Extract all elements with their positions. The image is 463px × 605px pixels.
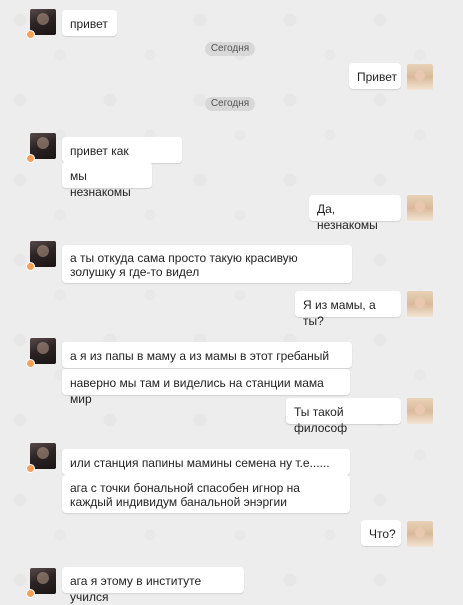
date-separator: Сегодня (205, 42, 255, 56)
outgoing-message[interactable]: Я из мамы, а ты? (295, 291, 401, 328)
incoming-message[interactable]: а ты откуда сама просто такую красивую з… (62, 245, 352, 283)
incoming-message[interactable]: мы незнакомы (62, 162, 152, 199)
incoming-message[interactable]: привет (62, 10, 117, 36)
recipient-avatar[interactable] (407, 291, 433, 317)
incoming-message[interactable]: ага я этому в институте учился (62, 567, 244, 604)
incoming-message[interactable]: привет как делишки (62, 137, 182, 174)
online-status-badge (26, 262, 35, 271)
recipient-avatar[interactable] (407, 64, 433, 90)
recipient-avatar[interactable] (407, 521, 433, 547)
incoming-message[interactable]: ага с точки бональной спасобен игнор на … (62, 475, 350, 513)
recipient-avatar[interactable] (407, 195, 433, 221)
recipient-avatar[interactable] (407, 398, 433, 424)
outgoing-message[interactable]: Что? (361, 520, 401, 546)
online-status-badge (26, 359, 35, 368)
incoming-message[interactable]: или станция папины мамины семена ну т.е.… (62, 449, 350, 475)
incoming-message[interactable]: а я из папы в маму а из мамы в этот греб… (62, 342, 352, 379)
incoming-message[interactable]: наверно мы там и виделись на станции мам… (62, 369, 350, 406)
online-status-badge (26, 589, 35, 598)
outgoing-message[interactable]: Привет (349, 63, 401, 89)
online-status-badge (26, 464, 35, 473)
online-status-badge (26, 30, 35, 39)
outgoing-message[interactable]: Да, незнакомы (309, 195, 401, 232)
online-status-badge (26, 154, 35, 163)
date-separator: Сегодня (205, 97, 255, 111)
outgoing-message[interactable]: Ты такой философ (286, 398, 401, 435)
